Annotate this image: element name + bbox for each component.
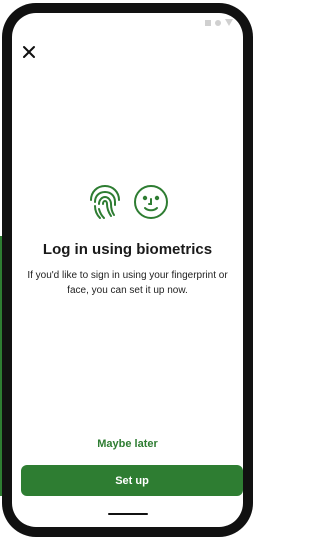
page-description: If you'd like to sign in using your fing… <box>27 270 228 296</box>
face-icon <box>134 185 168 219</box>
page-title: Log in using biometrics <box>42 241 213 258</box>
biometric-icons <box>86 183 170 221</box>
device-frame: Log in using biometrics If you'd like to… <box>2 3 253 537</box>
screen: Log in using biometrics If you'd like to… <box>12 13 243 527</box>
fingerprint-icon <box>90 185 120 219</box>
status-bar <box>205 19 233 26</box>
home-indicator <box>108 513 148 515</box>
circle-icon <box>215 19 221 26</box>
square-icon <box>205 19 211 26</box>
setup-button[interactable]: Set up <box>21 465 243 496</box>
triangle-icon <box>225 19 233 26</box>
maybe-later-button[interactable]: Maybe later <box>12 438 243 450</box>
close-icon <box>23 46 35 58</box>
app-root: Log in using biometrics If you'd like to… <box>0 0 253 537</box>
close-button[interactable] <box>20 43 38 61</box>
